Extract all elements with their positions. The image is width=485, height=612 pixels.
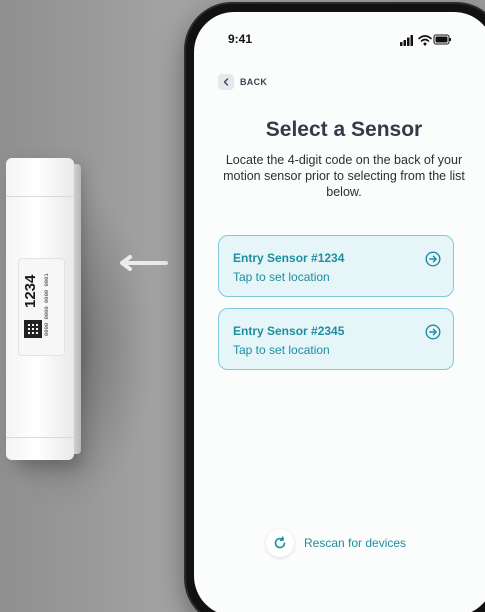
chevron-left-icon bbox=[218, 74, 234, 90]
arrow-circle-right-icon bbox=[425, 251, 441, 267]
sensor-edge bbox=[74, 164, 81, 454]
back-button[interactable]: BACK bbox=[218, 74, 267, 90]
sensor-code: 1234 bbox=[22, 274, 39, 308]
back-label: BACK bbox=[240, 77, 268, 87]
status-bar: 9:41 bbox=[194, 12, 485, 56]
rescan-label: Rescan for devices bbox=[304, 536, 407, 550]
status-time: 9:41 bbox=[228, 32, 253, 46]
phone-screen: 9:41 BACK Select a Sensor Locate the 4-d… bbox=[194, 12, 485, 612]
motion-sensor-device: 1234 0000 0000 0000 0001 bbox=[6, 158, 81, 460]
phone-frame: 9:41 BACK Select a Sensor Locate the 4-d… bbox=[186, 4, 485, 612]
page-instructions: Locate the 4-digit code on the back of y… bbox=[223, 153, 465, 199]
battery-icon bbox=[433, 34, 451, 45]
page-title: Select a Sensor bbox=[265, 118, 423, 141]
sensor-name: Entry Sensor #1234 bbox=[233, 251, 345, 265]
sensor-list-item-2345[interactable]: Entry Sensor #2345 Tap to set location bbox=[218, 308, 454, 370]
sensor-groove-bottom bbox=[6, 437, 74, 438]
arrow-left-icon bbox=[120, 255, 168, 271]
rescan-button[interactable]: Rescan for devices bbox=[266, 529, 406, 557]
qr-code-icon bbox=[24, 320, 42, 338]
sensor-name: Entry Sensor #2345 bbox=[233, 324, 345, 338]
sensor-list-item-1234[interactable]: Entry Sensor #1234 Tap to set location bbox=[218, 235, 454, 297]
cellular-signal-icon bbox=[400, 35, 413, 46]
wifi-icon bbox=[418, 35, 432, 46]
sensor-code-label: 1234 0000 0000 0000 0001 bbox=[18, 258, 65, 356]
refresh-icon bbox=[266, 529, 294, 557]
sensor-action-text: Tap to set location bbox=[233, 270, 330, 284]
status-icons bbox=[400, 34, 451, 46]
sensor-groove-top bbox=[6, 196, 74, 197]
sensor-serial: 0000 0000 0000 0001 bbox=[43, 273, 50, 336]
sensor-action-text: Tap to set location bbox=[233, 343, 330, 357]
arrow-circle-right-icon bbox=[425, 324, 441, 340]
